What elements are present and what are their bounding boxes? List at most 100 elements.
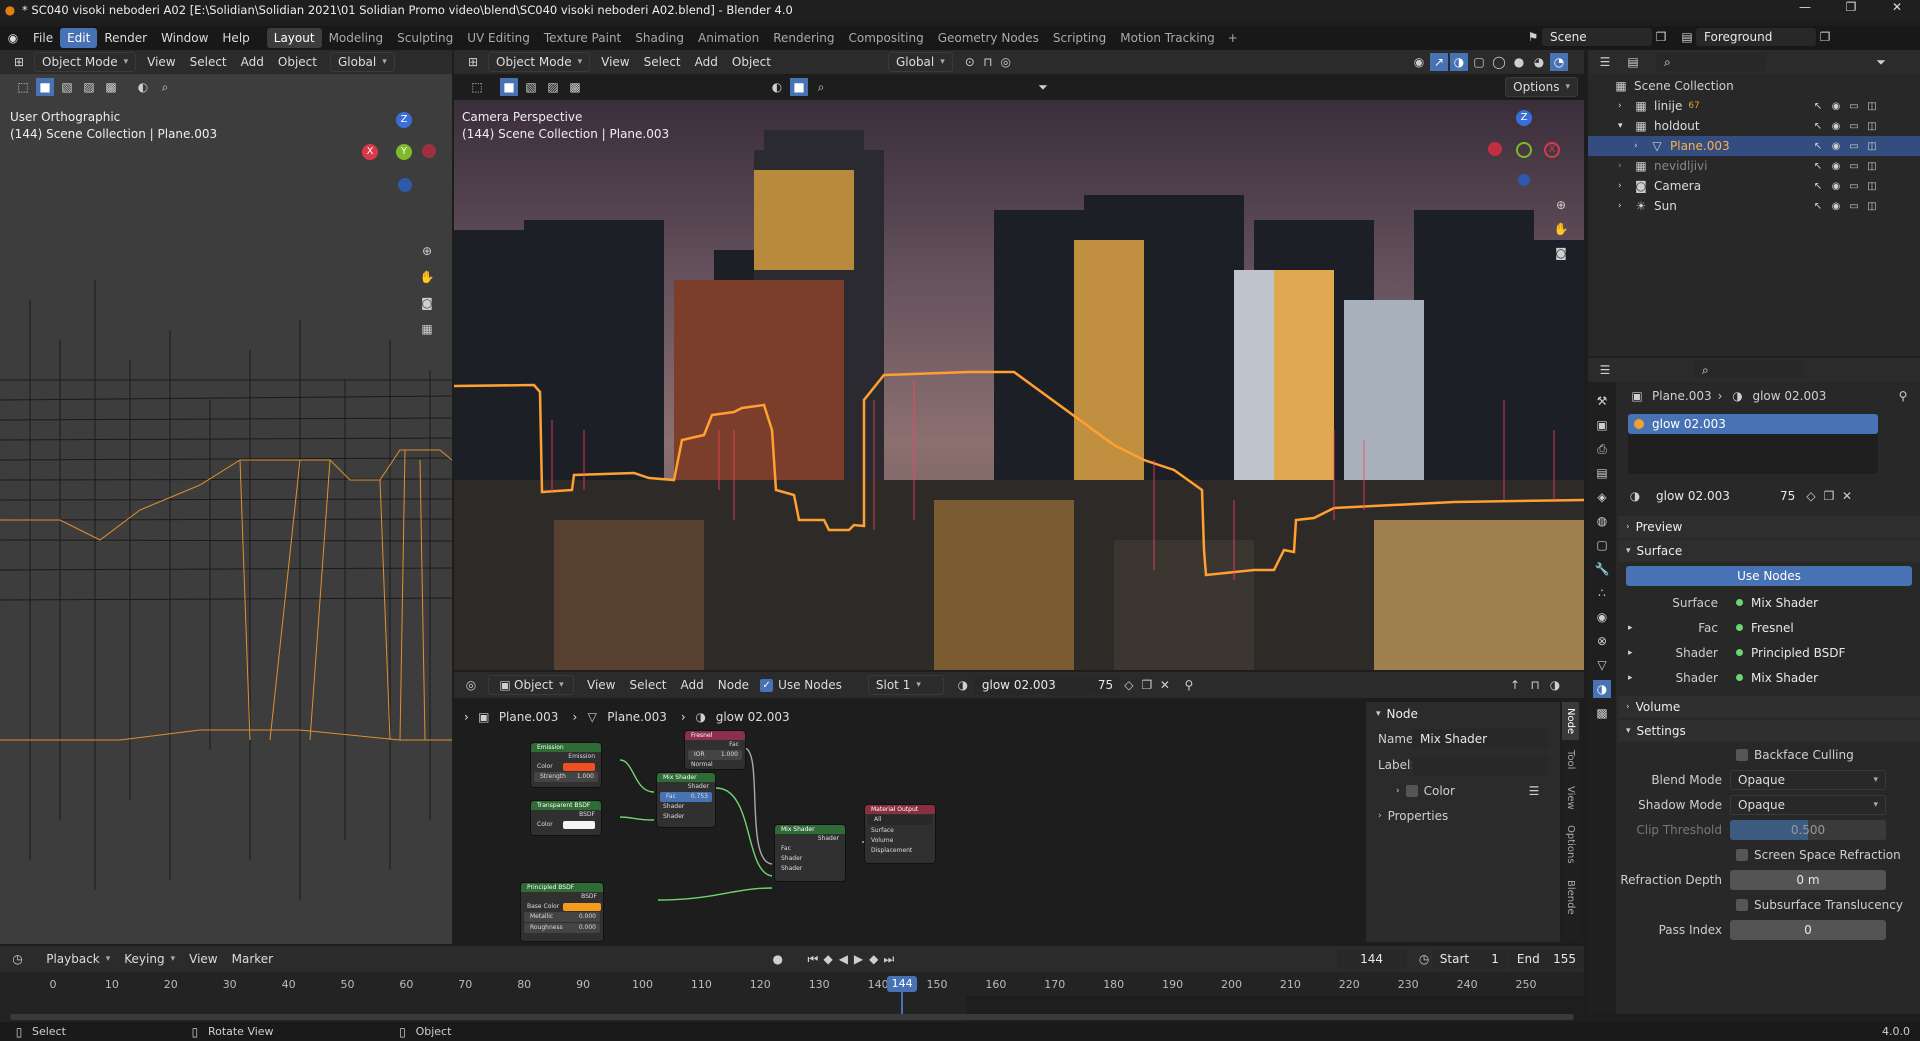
select-extend-icon[interactable]: ▧ <box>522 78 540 96</box>
ssr-checkbox[interactable] <box>1736 848 1748 861</box>
workspace-tab-uv-editing[interactable]: UV Editing <box>460 28 537 48</box>
minimize-button[interactable]: — <box>1782 0 1828 14</box>
next-key-icon[interactable]: ◆ <box>866 950 881 968</box>
volume-panel[interactable]: › Volume <box>1618 696 1920 718</box>
mix-shader-node-1[interactable]: Mix Shader Shader Fac 0.753 Shader Shader <box>656 772 716 828</box>
editor-type-icon[interactable]: ⊞ <box>464 53 482 71</box>
outliner-item-plane-003[interactable]: › ▽ Plane.003 ↖ ◉ ▭ ◫ <box>1588 136 1920 156</box>
eye-icon[interactable]: ◉ <box>1828 157 1844 175</box>
solid-shading-icon[interactable]: ● <box>1510 53 1528 71</box>
material-field[interactable]: glow 02.003 <box>1648 486 1776 506</box>
menu-file[interactable]: File <box>26 28 60 48</box>
menu-help[interactable]: Help <box>215 28 256 48</box>
timeline-ruler[interactable]: 0 10 20 30 40 50 60 70 80 90 100 110 120 130 140 150 160… <box>0 972 1584 1022</box>
timeline-scrollbar[interactable] <box>10 1014 1574 1020</box>
zoom-icon[interactable]: ⊕ <box>1552 196 1570 214</box>
eye-icon[interactable]: ◉ <box>1828 177 1844 195</box>
viewport-icon[interactable]: ▭ <box>1846 157 1862 175</box>
node-label-field[interactable] <box>1412 755 1548 775</box>
surface-link-field[interactable]: Mix Shader <box>1728 667 1868 688</box>
shadow-mode-dropdown[interactable]: Opaque <box>1730 794 1886 815</box>
eye-icon[interactable]: ◉ <box>1828 197 1844 215</box>
menu-window[interactable]: Window <box>154 28 215 48</box>
node-tab-view[interactable]: View <box>1562 780 1579 816</box>
menu-object[interactable]: Object <box>725 52 778 72</box>
scene-icon[interactable]: ⚑ <box>1524 28 1542 46</box>
pivot-icon[interactable]: ⊙ <box>961 53 979 71</box>
outliner-item-sun[interactable]: › ☀ Sun ↖ ◉ ▭ ◫ <box>1588 196 1920 216</box>
select-extend-icon[interactable]: ▧ <box>58 78 76 96</box>
blend-mode-dropdown[interactable]: Opaque <box>1730 769 1886 790</box>
viewport-shading-icon[interactable]: ◐ <box>134 78 152 96</box>
workspace-tab-rendering[interactable]: Rendering <box>766 28 841 48</box>
left-mode-dropdown[interactable]: Object Mode <box>34 52 137 72</box>
rendered-shading-icon[interactable]: ◔ <box>1550 53 1568 71</box>
fresnel-node[interactable]: Fresnel Fac IOR 1.000 Normal <box>684 730 746 770</box>
fake-user-icon[interactable]: ◇ <box>1802 487 1820 505</box>
menu-render[interactable]: Render <box>97 28 154 48</box>
outliner-item-linije[interactable]: › ▦ linije 67 ↖ ◉ ▭ ◫ <box>1588 96 1920 116</box>
properties-panel-title[interactable]: Properties <box>1388 809 1449 823</box>
list-icon[interactable]: ☰ <box>1525 782 1543 800</box>
viewport-icon[interactable]: ▭ <box>1846 137 1862 155</box>
surface-link-field[interactable]: Principled BSDF <box>1728 642 1868 663</box>
material-slot-item[interactable]: glow 02.003 <box>1628 414 1878 434</box>
workspace-tab-shading[interactable]: Shading <box>628 28 691 48</box>
editor-type-icon[interactable]: ☰ <box>1596 361 1614 379</box>
left-nav-gizmo[interactable]: Z X Y <box>360 110 440 192</box>
viewport-icon[interactable]: ▭ <box>1846 117 1862 135</box>
workspace-tab-texture-paint[interactable]: Texture Paint <box>537 28 628 48</box>
transparent-bsdf-node[interactable]: Transparent BSDF BSDF Color <box>530 800 602 836</box>
workspace-tab-modeling[interactable]: Modeling <box>322 28 391 48</box>
jump-end-icon[interactable]: ⏭ <box>881 950 896 968</box>
emission-node[interactable]: Emission Emission Color Strength 1.000 <box>530 742 602 788</box>
blender-menu-icon[interactable]: ◉ <box>0 31 26 45</box>
workspace-tab-scripting[interactable]: Scripting <box>1046 28 1113 48</box>
grid-icon[interactable]: ▦ <box>418 320 436 338</box>
zoom-icon[interactable]: ⊕ <box>418 242 436 260</box>
material-tab-icon[interactable]: ◑ <box>1593 680 1611 698</box>
left-viewport[interactable]: ⊞ Object Mode ViewSelectAddObject Global… <box>0 50 452 944</box>
maximize-button[interactable]: ❐ <box>1828 0 1874 14</box>
wireframe-shading-icon[interactable]: ◯ <box>1490 53 1508 71</box>
particles-tab-icon[interactable]: ∴ <box>1593 584 1611 602</box>
node-tab-blende[interactable]: Blende <box>1562 874 1579 921</box>
eye-icon[interactable]: ◉ <box>1828 117 1844 135</box>
gizmo-y-icon[interactable] <box>1516 142 1532 158</box>
surface-link-field[interactable]: Mix Shader <box>1728 592 1868 613</box>
gizmo-z-icon[interactable]: Z <box>396 112 412 128</box>
menu-view[interactable]: View <box>140 52 182 72</box>
node-tab-tool[interactable]: Tool <box>1562 744 1579 775</box>
render-tab-icon[interactable]: ▣ <box>1593 416 1611 434</box>
record-icon[interactable]: ● <box>770 950 785 968</box>
viewport-shading-icon[interactable]: ◐ <box>768 78 786 96</box>
render-icon[interactable]: ◫ <box>1864 137 1880 155</box>
workspace-tab-motion-tracking[interactable]: Motion Tracking <box>1113 28 1221 48</box>
select-invert-icon[interactable]: ▩ <box>566 78 584 96</box>
end-frame-field[interactable]: End 155 <box>1508 949 1585 969</box>
timeline-menu-marker[interactable]: Marker <box>225 949 280 969</box>
select-toggle-icon[interactable]: ↖ <box>1810 197 1826 215</box>
select-mode-icon[interactable]: ■ <box>36 78 54 96</box>
workspace-tab-geometry-nodes[interactable]: Geometry Nodes <box>931 28 1046 48</box>
select-invert-icon[interactable]: ▩ <box>102 78 120 96</box>
cam-mode-dropdown[interactable]: Object Mode <box>488 52 591 72</box>
node-tab-options[interactable]: Options <box>1562 819 1579 870</box>
close-button[interactable]: ✕ <box>1874 0 1920 14</box>
view-layer-tab-icon[interactable]: ▤ <box>1593 464 1611 482</box>
clock-icon[interactable]: ◷ <box>1417 950 1432 968</box>
material-output-node[interactable]: Material Output All Surface Volume Displ… <box>864 804 936 864</box>
clip-threshold-slider[interactable]: 0.500 <box>1730 819 1886 840</box>
select-toggle-icon[interactable]: ↖ <box>1810 177 1826 195</box>
eye-icon[interactable]: ◉ <box>1828 137 1844 155</box>
render-icon[interactable]: ◫ <box>1864 197 1880 215</box>
select-box-icon[interactable]: ⬚ <box>14 78 32 96</box>
menu-select[interactable]: Select <box>637 52 688 72</box>
unlink-icon[interactable]: ✕ <box>1838 487 1856 505</box>
workspace-tab-layout[interactable]: Layout <box>266 28 322 48</box>
new-view-layer-icon[interactable]: ❐ <box>1816 28 1834 46</box>
node-tab-node[interactable]: Node <box>1562 702 1579 741</box>
xray-icon[interactable]: ▢ <box>1470 53 1488 71</box>
refraction-depth-field[interactable]: 0 m <box>1730 869 1886 890</box>
modifier-tab-icon[interactable]: 🔧 <box>1593 560 1611 578</box>
